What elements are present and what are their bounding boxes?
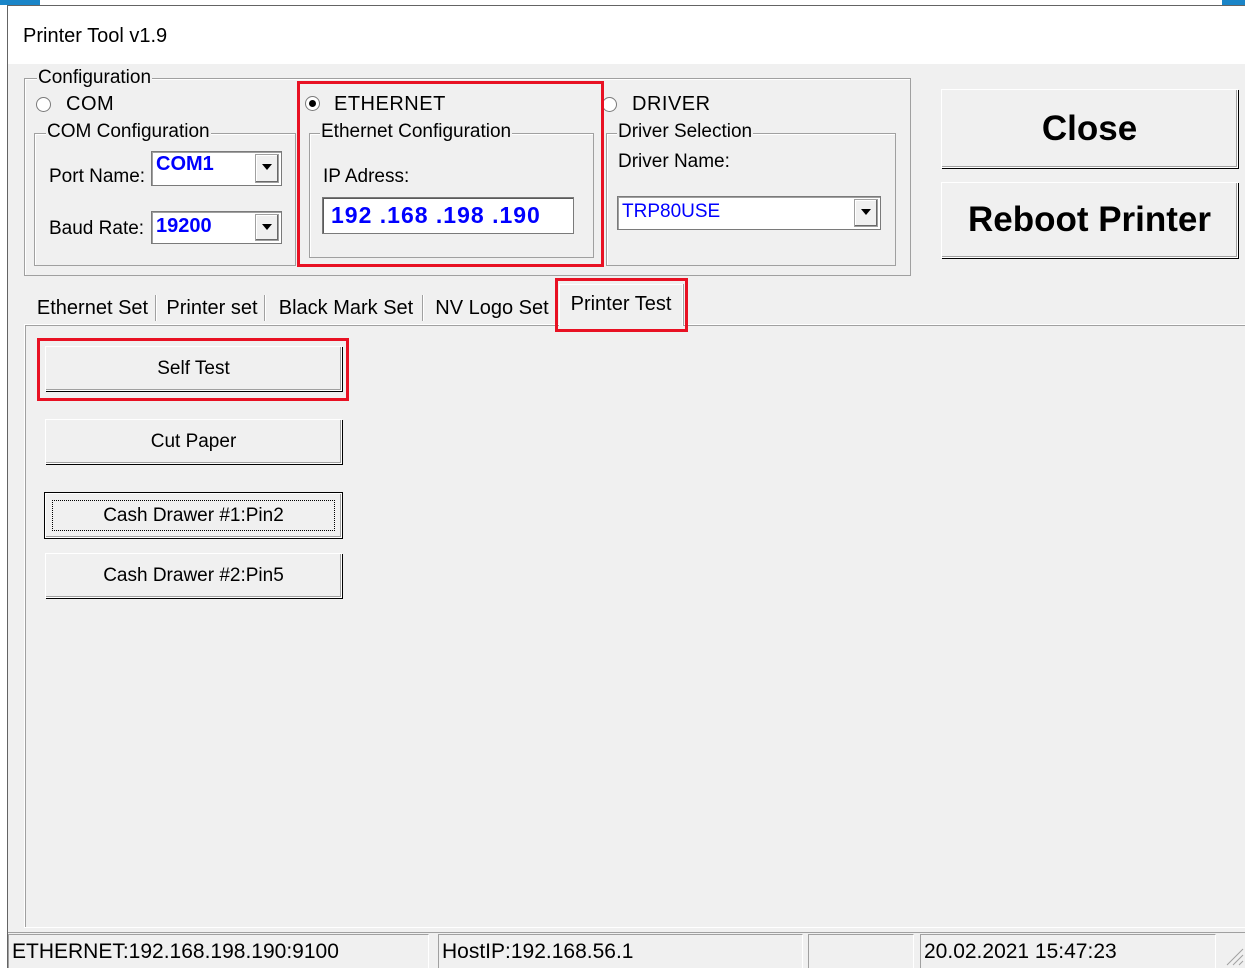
chevron-down-icon[interactable] <box>255 214 279 241</box>
cash-drawer-2-button[interactable]: Cash Drawer #2:Pin5 <box>45 553 342 598</box>
port-name-value: COM1 <box>156 153 214 175</box>
baud-rate-label: Baud Rate: <box>49 218 145 239</box>
cash-drawer-1-button[interactable]: Cash Drawer #1:Pin2 <box>45 493 342 538</box>
com-radio-label[interactable]: COM <box>66 93 114 116</box>
status-host-ip: HostIP:192.168.56.1 <box>438 934 803 968</box>
com-radio[interactable] <box>36 97 51 112</box>
status-connection: ETHERNET:192.168.198.190:9100 <box>8 934 429 968</box>
window-title: Printer Tool v1.9 <box>23 25 168 47</box>
com-configuration-label: COM Configuration <box>46 121 211 142</box>
driver-radio[interactable] <box>602 97 617 112</box>
chevron-down-icon[interactable] <box>854 199 878 227</box>
resize-grip-icon[interactable] <box>1224 946 1244 966</box>
tab-separator <box>422 295 424 321</box>
status-datetime: 20.02.2021 15:47:23 <box>920 934 1216 968</box>
port-name-select[interactable]: COM1 <box>151 151 282 186</box>
driver-radio-label[interactable]: DRIVER <box>632 93 711 116</box>
baud-rate-select[interactable]: 19200 <box>151 211 282 244</box>
tab-separator <box>264 295 266 321</box>
status-empty <box>808 934 914 968</box>
port-name-label: Port Name: <box>49 166 146 187</box>
tab-black-mark-set[interactable]: Black Mark Set <box>271 291 421 325</box>
driver-name-value: TRP80USE <box>622 201 721 222</box>
driver-name-label: Driver Name: <box>618 151 730 172</box>
tab-printer-set[interactable]: Printer set <box>162 291 262 325</box>
tab-separator <box>155 295 157 321</box>
driver-selection-label: Driver Selection <box>617 121 754 142</box>
baud-rate-value: 19200 <box>156 215 212 237</box>
tab-panel <box>24 324 1245 928</box>
tab-ethernet-set[interactable]: Ethernet Set <box>31 291 154 325</box>
focus-rect <box>52 500 335 531</box>
tab-nv-logo-set[interactable]: NV Logo Set <box>429 291 555 325</box>
configuration-group-label: Configuration <box>37 67 153 88</box>
ethernet-highlight-box <box>297 81 604 267</box>
chevron-down-icon[interactable] <box>255 154 279 183</box>
driver-name-select[interactable]: TRP80USE <box>617 196 881 230</box>
printer-test-tab-highlight <box>555 278 688 332</box>
self-test-highlight <box>37 338 349 401</box>
close-button[interactable]: Close <box>941 89 1238 168</box>
reboot-printer-button[interactable]: Reboot Printer <box>941 182 1238 258</box>
cut-paper-button[interactable]: Cut Paper <box>45 419 342 464</box>
